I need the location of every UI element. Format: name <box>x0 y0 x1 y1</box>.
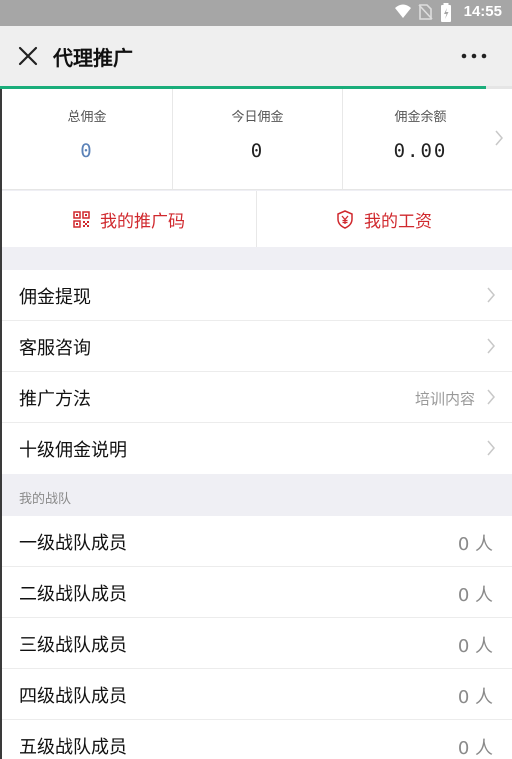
battery-icon <box>441 3 451 22</box>
team-row-level-3[interactable]: 三级战队成员 0 人 <box>2 618 512 669</box>
commission-stats[interactable]: 总佣金 0 今日佣金 0 佣金余额 0.00 <box>2 89 512 190</box>
clock: 14:55 <box>463 3 502 20</box>
stat-commission-balance: 佣金余额 0.00 <box>343 89 498 189</box>
team-row-label: 五级战队成员 <box>19 737 127 758</box>
chevron-right-icon <box>487 287 495 303</box>
chevron-right-icon <box>487 338 495 354</box>
no-sim-icon <box>418 4 433 20</box>
team-row-count: 0 人 <box>457 738 493 759</box>
team-row-level-5[interactable]: 五级战队成员 0 人 <box>2 720 512 759</box>
status-bar: 14:55 <box>0 0 512 26</box>
quick-actions: 我的推广码 我的工资 <box>2 191 512 247</box>
team-row-count: 0 人 <box>457 585 493 606</box>
qrcode-icon <box>73 210 90 228</box>
team-section-header: 我的战队 <box>2 474 512 516</box>
yen-shield-icon <box>337 209 353 229</box>
stat-label: 佣金余额 <box>394 110 447 125</box>
team-row-label: 三级战队成员 <box>19 635 127 656</box>
menu-item-label: 客服咨询 <box>19 338 91 359</box>
chevron-right-icon <box>487 389 495 405</box>
menu-item-promo-method[interactable]: 推广方法 培训内容 <box>2 372 512 423</box>
stat-today-commission: 今日佣金 0 <box>173 89 342 189</box>
chevron-right-icon <box>487 440 495 456</box>
stat-total-commission: 总佣金 0 <box>2 89 172 189</box>
team-row-label: 二级战队成员 <box>19 584 127 605</box>
menu-list: 佣金提现 客服咨询 推广方法 培训内容 十级佣金说明 <box>2 270 512 474</box>
team-row-level-1[interactable]: 一级战队成员 0 人 <box>2 516 512 567</box>
team-section-title: 我的战队 <box>19 492 72 507</box>
my-promo-code-label: 我的推广码 <box>100 211 185 232</box>
menu-item-withdraw[interactable]: 佣金提现 <box>2 270 512 321</box>
my-promo-code-button[interactable]: 我的推广码 <box>2 191 256 247</box>
wifi-icon <box>395 4 411 18</box>
team-row-level-2[interactable]: 二级战队成员 0 人 <box>2 567 512 618</box>
stat-label: 今日佣金 <box>231 110 284 125</box>
close-icon[interactable] <box>14 42 42 70</box>
stat-value: 0 <box>80 140 94 162</box>
team-row-label: 四级战队成员 <box>19 686 127 707</box>
stat-label: 总佣金 <box>67 110 107 125</box>
stat-value: 0 <box>250 140 265 162</box>
menu-item-commission-explain[interactable]: 十级佣金说明 <box>2 423 512 474</box>
team-row-count: 0 人 <box>457 534 493 555</box>
team-row-count: 0 人 <box>457 687 493 708</box>
menu-item-label: 推广方法 <box>19 389 91 410</box>
menu-item-label: 佣金提现 <box>19 287 91 308</box>
title-bar: 代理推广 <box>0 26 512 86</box>
my-salary-label: 我的工资 <box>364 211 432 232</box>
team-row-label: 一级战队成员 <box>19 533 127 554</box>
chevron-right-icon <box>495 130 503 146</box>
team-row-level-4[interactable]: 四级战队成员 0 人 <box>2 669 512 720</box>
menu-item-hint: 培训内容 <box>414 390 475 408</box>
menu-item-customer-service[interactable]: 客服咨询 <box>2 321 512 372</box>
team-row-count: 0 人 <box>457 636 493 657</box>
page-title: 代理推广 <box>53 46 133 70</box>
stat-value: 0.00 <box>393 140 448 162</box>
team-list: 一级战队成员 0 人 二级战队成员 0 人 三级战队成员 0 人 四级战队成员 … <box>2 516 512 759</box>
my-salary-button[interactable]: 我的工资 <box>257 191 511 247</box>
more-dots-icon[interactable] <box>458 42 490 70</box>
menu-item-label: 十级佣金说明 <box>19 440 127 461</box>
